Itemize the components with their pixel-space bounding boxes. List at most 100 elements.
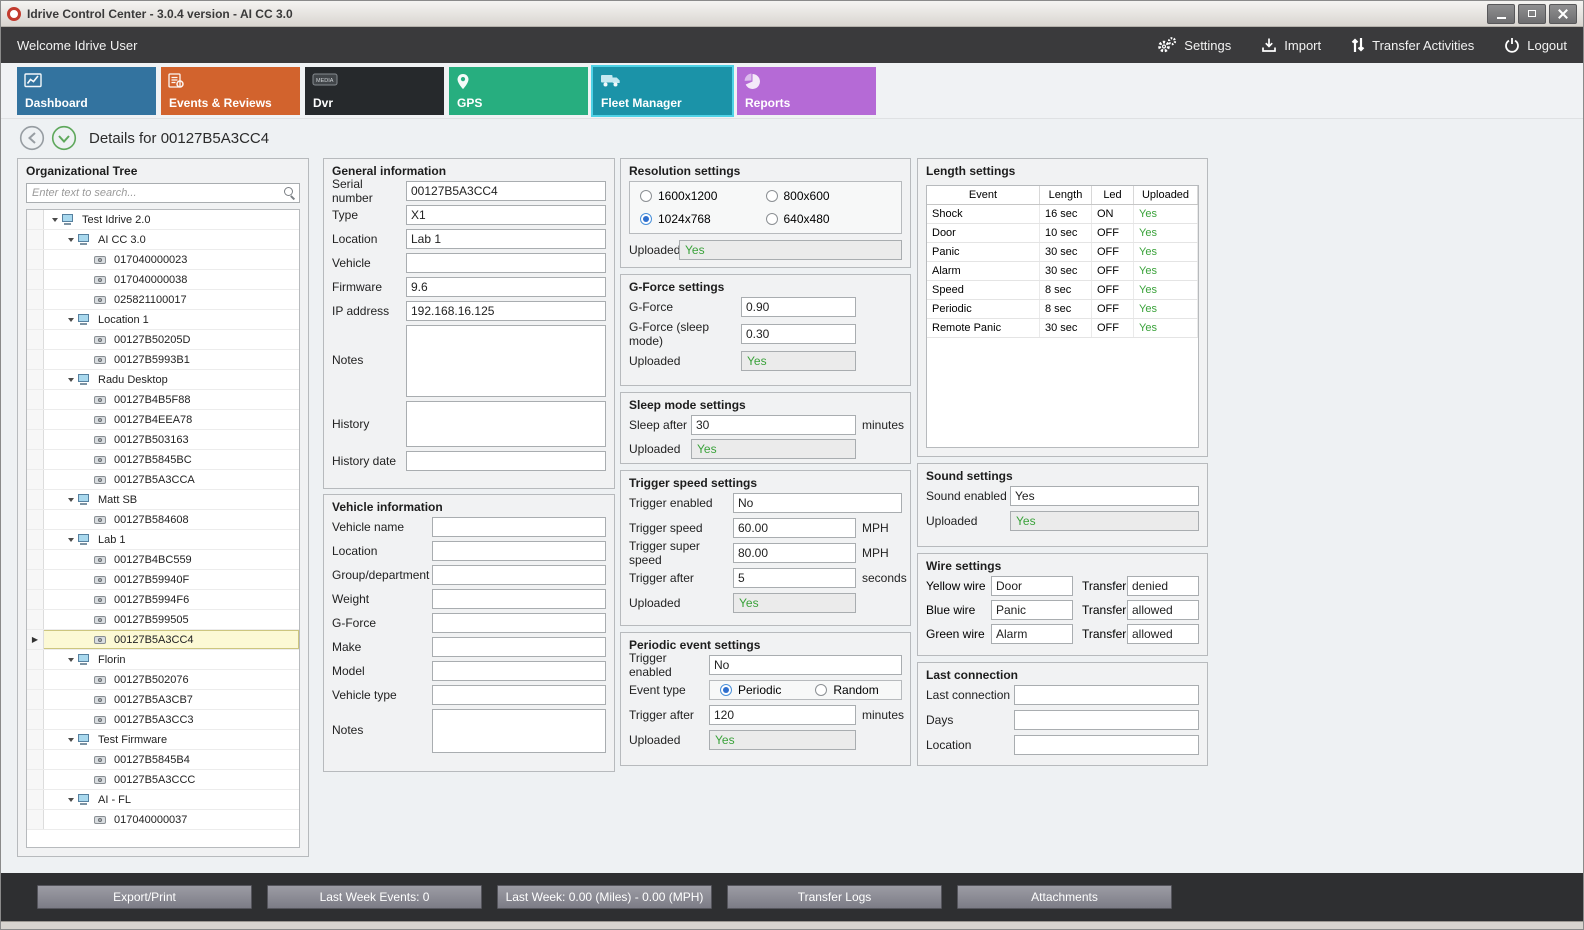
expander-icon[interactable] [64,370,77,389]
column-header-uploaded[interactable]: Uploaded [1134,186,1198,204]
minimize-button[interactable] [1487,4,1515,24]
tree-item-test-firmware[interactable]: Test Firmware [27,730,299,750]
radio-800x600[interactable]: 800x600 [766,189,892,203]
tree-item-00127b599505[interactable]: 00127B599505 [27,610,299,630]
tree-item-00127b5a3cc4[interactable]: ▶00127B5A3CC4 [27,630,299,650]
tree-item-lab-1[interactable]: Lab 1 [27,530,299,550]
yellow-wire-transfer-input[interactable] [1127,576,1199,596]
periodic-enabled-input[interactable] [709,655,902,675]
tree-item-test-idrive-2-0[interactable]: Test Idrive 2.0 [27,210,299,230]
gforce-sleep-mode-input[interactable] [741,324,856,344]
vehicle-notes-textarea[interactable] [432,709,606,753]
expander-icon[interactable] [64,730,77,749]
tab-reports[interactable]: Reports [737,67,876,115]
tree-item-017040000023[interactable]: 017040000023 [27,250,299,270]
vehicle-gforce-input[interactable] [432,613,606,633]
tree-item-00127b503163[interactable]: 00127B503163 [27,430,299,450]
expander-icon[interactable] [64,530,77,549]
trigger-enabled-input[interactable] [733,493,902,513]
last-connection-input[interactable] [1014,685,1199,705]
close-button[interactable] [1549,4,1577,24]
tree-item-ai-cc-3-0[interactable]: AI CC 3.0 [27,230,299,250]
tree-item-matt-sb[interactable]: Matt SB [27,490,299,510]
tree-item-00127b584608[interactable]: 00127B584608 [27,510,299,530]
gforce-input[interactable] [741,297,856,317]
last-week-events-button[interactable]: Last Week Events: 0 [267,885,482,909]
tree-item-florin[interactable]: Florin [27,650,299,670]
history-textarea[interactable] [406,401,606,447]
make-input[interactable] [432,637,606,657]
transfer-activities-button[interactable]: Transfer Activities [1351,37,1474,53]
expander-icon[interactable] [64,230,77,249]
sleep-after-input[interactable] [691,415,856,435]
trigger-super-speed-input[interactable] [733,543,856,563]
notes-textarea[interactable] [406,325,606,397]
tree-item-025821100017[interactable]: 025821100017 [27,290,299,310]
search-input[interactable] [26,183,300,203]
tab-gps[interactable]: GPS [449,67,588,115]
settings-button[interactable]: Settings [1157,37,1231,53]
tree-item-00127b5a3cb7[interactable]: 00127B5A3CB7 [27,690,299,710]
last-week-stats-button[interactable]: Last Week: 0.00 (Miles) - 0.00 (MPH) [497,885,712,909]
tab-fleet-manager[interactable]: Fleet Manager [593,67,732,115]
radio-1600x1200[interactable]: 1600x1200 [640,189,766,203]
type-input[interactable] [406,205,606,225]
yellow-wire-input[interactable] [991,576,1073,596]
tree-item-00127b5a3ccc[interactable]: 00127B5A3CCC [27,770,299,790]
tree-item-radu-desktop[interactable]: Radu Desktop [27,370,299,390]
vehicle-input[interactable] [406,253,606,273]
tab-dvr[interactable]: MEDIA Dvr [305,67,444,115]
column-header-length[interactable]: Length [1040,186,1092,204]
ip-address-input[interactable] [406,301,606,321]
maximize-button[interactable] [1518,4,1546,24]
tree-item-00127b5993b1[interactable]: 00127B5993B1 [27,350,299,370]
tree-item-00127b5994f6[interactable]: 00127B5994F6 [27,590,299,610]
model-input[interactable] [432,661,606,681]
blue-wire-input[interactable] [991,600,1073,620]
radio-640x480[interactable]: 640x480 [766,212,892,226]
attachments-button[interactable]: Attachments [957,885,1172,909]
vehicle-type-input[interactable] [432,685,606,705]
radio-periodic[interactable]: Periodic [720,683,781,697]
green-wire-transfer-input[interactable] [1127,624,1199,644]
tree-item-00127b4eea78[interactable]: 00127B4EEA78 [27,410,299,430]
tree-item-00127b5a3cca[interactable]: 00127B5A3CCA [27,470,299,490]
tree-item-00127b50205d[interactable]: 00127B50205D [27,330,299,350]
green-wire-input[interactable] [991,624,1073,644]
trigger-speed-input[interactable] [733,518,856,538]
tree-item-location-1[interactable]: Location 1 [27,310,299,330]
column-header-event[interactable]: Event [927,186,1040,204]
back-button[interactable] [19,125,45,151]
expander-icon[interactable] [64,650,77,669]
tab-events-reviews[interactable]: Events & Reviews [161,67,300,115]
sound-enabled-input[interactable] [1010,486,1199,506]
expander-icon[interactable] [64,310,77,329]
export-print-button[interactable]: Export/Print [37,885,252,909]
transfer-logs-button[interactable]: Transfer Logs [727,885,942,909]
days-input[interactable] [1014,710,1199,730]
tree-item-00127b4b5f88[interactable]: 00127B4B5F88 [27,390,299,410]
periodic-after-input[interactable] [709,705,856,725]
expander-icon[interactable] [64,490,77,509]
vehicle-name-input[interactable] [432,517,606,537]
tree-item-00127b4bc559[interactable]: 00127B4BC559 [27,550,299,570]
serial-number-input[interactable] [406,181,606,201]
weight-input[interactable] [432,589,606,609]
expander-icon[interactable] [64,790,77,809]
tree-item-ai-fl[interactable]: AI - FL [27,790,299,810]
radio-1024x768[interactable]: 1024x768 [640,212,766,226]
import-button[interactable]: Import [1261,37,1321,53]
tree-item-00127b502076[interactable]: 00127B502076 [27,670,299,690]
radio-random[interactable]: Random [815,683,878,697]
history-date-input[interactable] [406,451,606,471]
blue-wire-transfer-input[interactable] [1127,600,1199,620]
tab-dashboard[interactable]: Dashboard [17,67,156,115]
expander-icon[interactable] [48,210,61,229]
tree-item-00127b59940f[interactable]: 00127B59940F [27,570,299,590]
location-input[interactable] [406,229,606,249]
vehicle-location-input[interactable] [432,541,606,561]
column-header-led[interactable]: Led [1092,186,1134,204]
group-department-input[interactable] [432,565,606,585]
tree-item-017040000038[interactable]: 017040000038 [27,270,299,290]
trigger-after-input[interactable] [733,568,856,588]
